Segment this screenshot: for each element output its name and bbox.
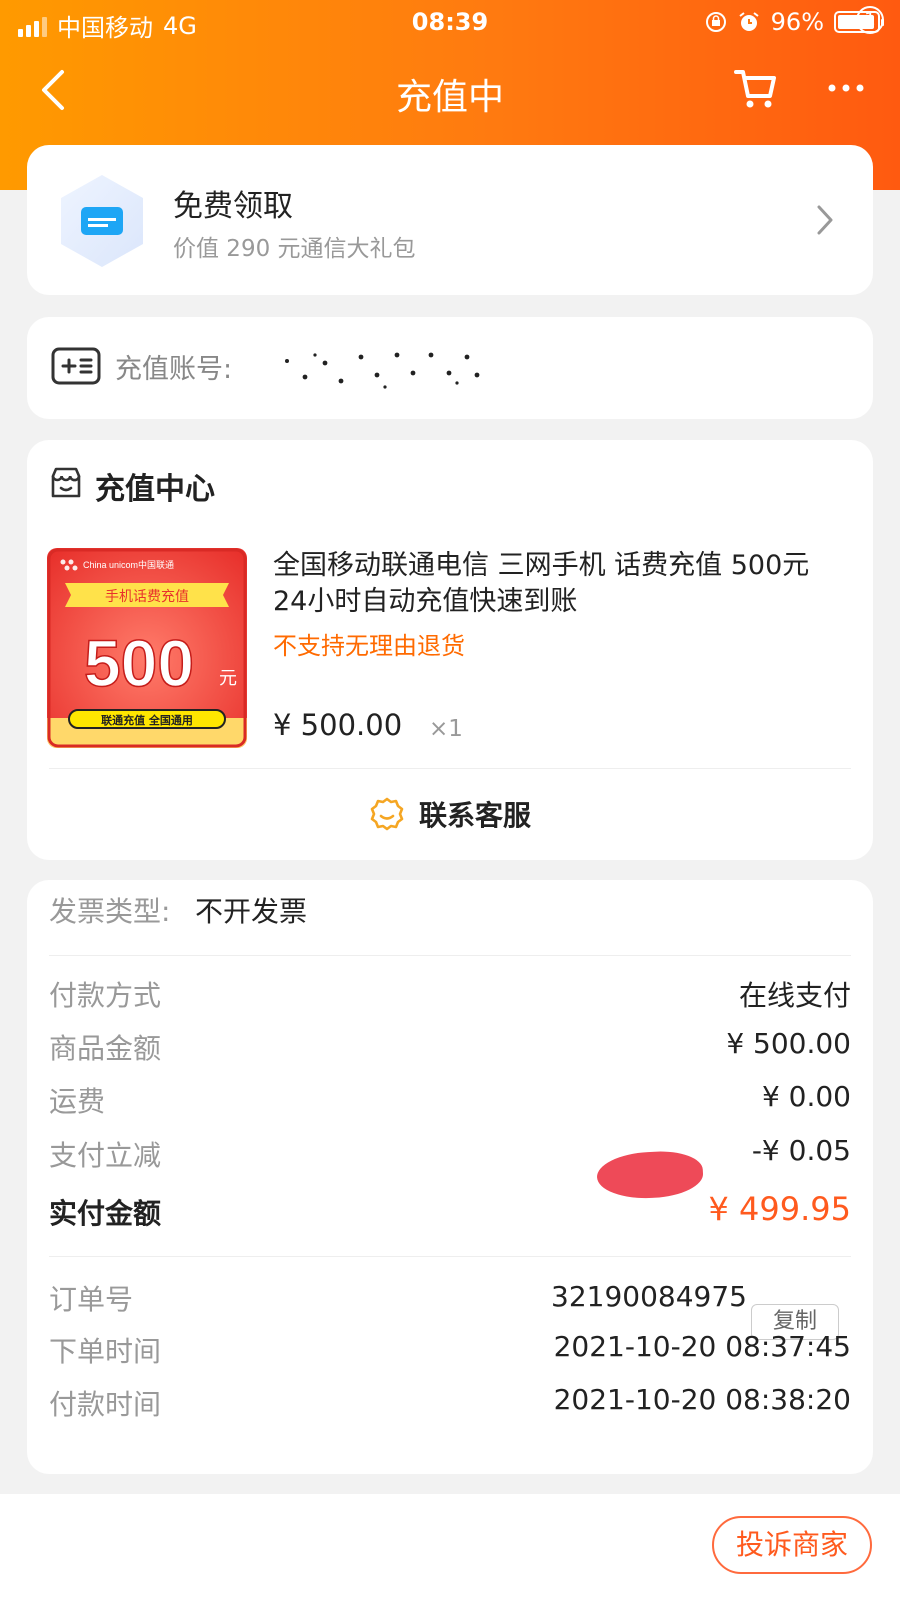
card-icon xyxy=(51,347,101,385)
product-image-unit: 元 xyxy=(219,668,237,689)
order-number-value: 32190084975 xyxy=(551,1280,747,1313)
order-info-card: 发票类型: 不开发票 付款方式 在线支付 商品金额 ¥ 500.00 运费 ¥ … xyxy=(27,880,873,1474)
order-number-label: 订单号 xyxy=(49,1283,134,1316)
payment-method-value: 在线支付 xyxy=(738,979,851,1012)
pay-time-value: 2021-10-20 08:38:20 xyxy=(553,1383,851,1416)
no-return-note: 不支持无理由退货 xyxy=(273,632,465,660)
goods-amount-value: ¥ 500.00 xyxy=(726,1027,851,1060)
bottom-action-bar: 投诉商家 xyxy=(0,1494,900,1600)
invoice-row: 发票类型: 不开发票 xyxy=(49,890,851,930)
shipping-value: ¥ 0.00 xyxy=(761,1080,851,1113)
customer-service-icon xyxy=(370,797,404,831)
payment-method-row: 付款方式 在线支付 xyxy=(49,974,851,1014)
pay-time-label: 付款时间 xyxy=(49,1388,162,1421)
product-image-banner: 手机话费充值 xyxy=(105,589,189,605)
alarm-icon xyxy=(739,12,759,31)
paid-amount-row: 实付金额 ¥ 499.95 xyxy=(49,1190,852,1232)
goods-amount-label: 商品金额 xyxy=(49,1032,162,1065)
paid-amount-label: 实付金额 xyxy=(49,1197,162,1230)
order-time-value: 2021-10-20 08:37:45 xyxy=(553,1330,851,1363)
discount-row: 支付立减 -¥ 0.05 xyxy=(49,1134,851,1174)
gift-title: 免费领取 xyxy=(173,189,293,224)
more-icon[interactable] xyxy=(826,66,870,110)
cart-icon[interactable] xyxy=(734,66,778,110)
notification-badge: 1 xyxy=(856,6,884,34)
store-name: 充值中心 xyxy=(95,472,215,507)
payment-method-label: 付款方式 xyxy=(49,979,162,1012)
product-quantity: ×1 xyxy=(429,716,463,742)
goods-amount-row: 商品金额 ¥ 500.00 xyxy=(49,1027,851,1067)
product-image-brand: China unicom中国联通 xyxy=(83,559,174,570)
shipping-label: 运费 xyxy=(49,1085,106,1118)
product-image-amount: 500 xyxy=(84,626,194,700)
masked-account-number xyxy=(285,352,480,389)
account-label: 充值账号: xyxy=(115,354,233,385)
recharge-account-card: 充值账号: xyxy=(27,317,873,419)
product-price: ¥ 500.00 xyxy=(273,708,403,742)
status-bar: 中国移动 4G 08:39 96% xyxy=(0,0,900,46)
order-number-row: 订单号 32190084975 xyxy=(49,1278,851,1318)
gift-card[interactable]: 免费领取 价值 290 元通信大礼包 xyxy=(27,145,873,295)
complain-merchant-button[interactable]: 投诉商家 xyxy=(712,1516,872,1574)
gift-subtitle: 价值 290 元通信大礼包 xyxy=(173,236,416,262)
invoice-value: 不开发票 xyxy=(195,895,308,928)
discount-value: -¥ 0.05 xyxy=(751,1134,851,1167)
contact-service-label: 联系客服 xyxy=(418,799,531,832)
product-title[interactable]: 全国移动联通电信 三网手机 话费充值 500元 24小时自动充值快速到账 xyxy=(273,548,833,620)
paid-amount-value: ¥ 499.95 xyxy=(708,1190,852,1228)
store-card: 充值中心 China unicom中国联通 手机话费充值 500 元 联通充值 … xyxy=(27,440,873,860)
divider xyxy=(49,955,851,956)
battery-percent: 96% xyxy=(770,8,824,36)
product-image[interactable]: China unicom中国联通 手机话费充值 500 元 联通充值 全国通用 xyxy=(47,548,247,748)
rotation-lock-icon xyxy=(705,12,726,32)
contact-service-button[interactable]: 联系客服 xyxy=(27,792,873,836)
order-time-row: 下单时间 2021-10-20 08:37:45 xyxy=(49,1330,851,1370)
chevron-right-icon xyxy=(817,205,833,235)
divider xyxy=(49,1256,851,1257)
order-time-label: 下单时间 xyxy=(49,1335,162,1368)
discount-label: 支付立减 xyxy=(49,1139,162,1172)
shipping-row: 运费 ¥ 0.00 xyxy=(49,1080,851,1120)
nav-bar: 充值中 xyxy=(0,48,900,132)
product-image-footer: 联通充值 全国通用 xyxy=(101,713,193,727)
invoice-label: 发票类型: xyxy=(49,895,171,928)
gift-card-icon xyxy=(61,175,143,267)
store-icon xyxy=(51,467,81,498)
pay-time-row: 付款时间 2021-10-20 08:38:20 xyxy=(49,1383,851,1423)
divider xyxy=(49,768,851,769)
